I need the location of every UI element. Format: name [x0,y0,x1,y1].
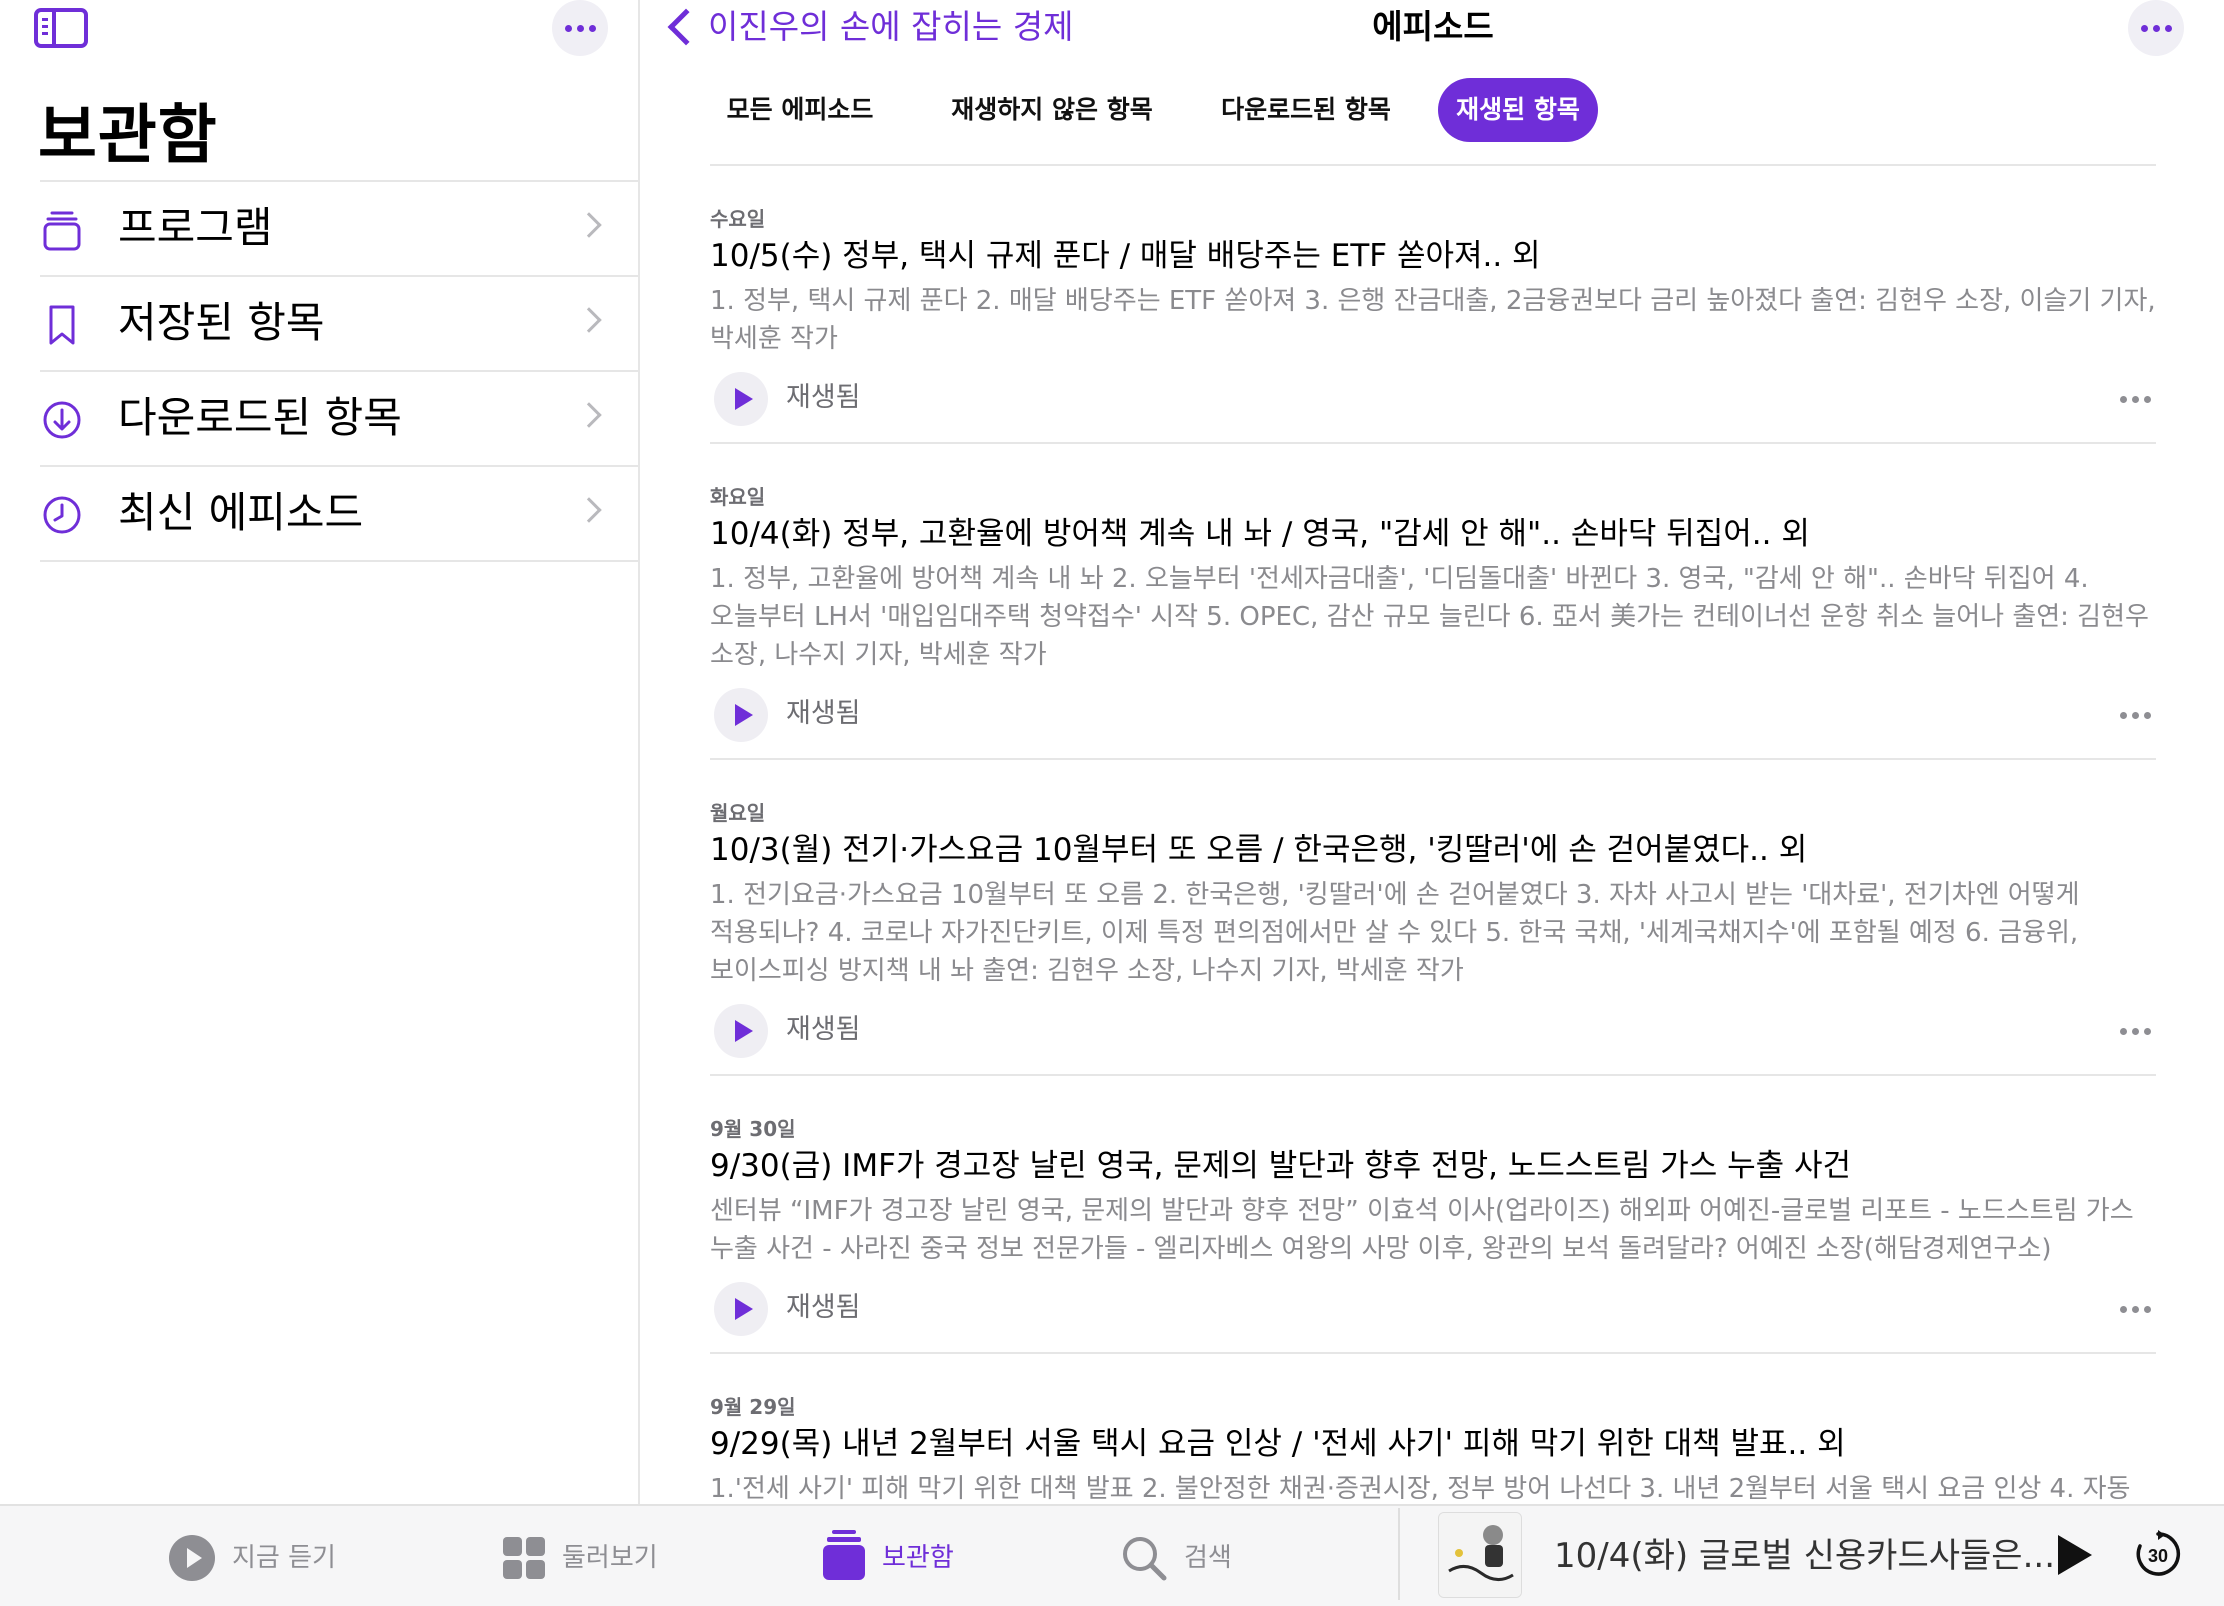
play-button[interactable] [714,1004,768,1058]
sidebar-item-latest[interactable]: 최신 에피소드 [40,467,640,562]
episode-description: 센터뷰 “IMF가 경고장 날린 영국, 문제의 발단과 향후 전망” 이효석 … [710,1196,2134,1264]
episode-actions: 재생됨 [710,1002,2156,1062]
sidebar-title: 보관함 [38,99,218,173]
tabbar-label: 둘러보기 [562,1543,658,1573]
sidebar-item-saved[interactable]: 저장된 항목 [40,277,640,372]
tab-unplayed[interactable]: 재생하지 않은 항목 [932,78,1172,142]
tab-played[interactable]: 재생된 항목 [1438,78,1598,142]
play-circle-icon [169,1535,215,1581]
tabbar-library[interactable]: 보관함 [822,1530,982,1584]
tabbar-search[interactable]: 검색 [1120,1534,1260,1584]
tab-all-episodes[interactable]: 모든 에피소드 [710,78,890,142]
chevron-right-icon [576,307,602,333]
divider [710,1074,2156,1076]
episode-item[interactable]: 수요일 10/5(수) 정부, 택시 규제 푼다 / 매달 배당주는 ETF 쏟… [710,206,2156,430]
episode-date: 수요일 [710,207,766,231]
played-status: 재생됨 [786,1014,861,1045]
episode-description: 1. 전기요금·가스요금 10월부터 또 오름 2. 한국은행, '킹딸러'에 … [710,880,2080,986]
episode-date: 월요일 [710,801,766,825]
sidebar-item-programs[interactable]: 프로그램 [40,182,640,277]
episode-title[interactable]: 9/29(목) 내년 2월부터 서울 택시 요금 인상 / '전세 사기' 피해… [710,1422,2156,1466]
chevron-right-icon [576,402,602,428]
sidebar-toggle-icon[interactable] [34,8,88,48]
divider [710,442,2156,444]
library-stack-icon [823,1530,865,1580]
episode-date: 9월 30일 [710,1117,796,1141]
chevron-right-icon [576,497,602,523]
sidebar-item-label: 최신 에피소드 [118,488,364,537]
tabbar-label: 보관함 [882,1543,954,1573]
play-button[interactable] [714,372,768,426]
podcast-artwork-image [1439,1513,1521,1597]
tabbar-label: 지금 듣기 [232,1543,336,1573]
clock-icon [43,496,81,534]
more-options-button[interactable] [2128,0,2184,56]
back-button[interactable]: 이진우의 손에 잡히는 경제 [708,4,1073,50]
tab-downloaded[interactable]: 다운로드된 항목 [1206,78,1406,142]
play-button[interactable] [714,1282,768,1336]
sidebar-item-downloaded[interactable]: 다운로드된 항목 [40,372,640,467]
sidebar-item-label: 프로그램 [118,203,273,252]
episode-more-icon[interactable] [2120,396,2152,404]
back-chevron-icon[interactable] [667,8,705,46]
play-button[interactable] [714,688,768,742]
sidebar: 보관함 프로그램 저장된 항목 다운로드된 항목 최신 에피소드 [0,0,640,1504]
episode-description: 1. 정부, 고환율에 방어책 계속 내 놔 2. 오늘부터 '전세자금대출',… [710,564,2149,670]
skip-seconds-label: 30 [2148,1546,2168,1566]
page-title: 에피소드 [1372,7,1494,46]
sidebar-more-button[interactable] [552,0,608,56]
episode-more-icon[interactable] [2120,712,2152,720]
episode-item[interactable]: 월요일 10/3(월) 전기·가스요금 10월부터 또 오름 / 한국은행, '… [710,800,2156,1062]
episode-actions: 재생됨 [710,1280,2156,1340]
divider [710,758,2156,760]
mini-player-artwork[interactable] [1438,1512,1522,1598]
episode-title[interactable]: 10/3(월) 전기·가스요금 10월부터 또 오름 / 한국은행, '킹딸러'… [710,828,2156,872]
chevron-right-icon [576,212,602,238]
tabbar-browse[interactable]: 둘러보기 [502,1534,682,1584]
episode-item[interactable]: 화요일 10/4(화) 정부, 고환율에 방어책 계속 내 놔 / 영국, "감… [710,484,2156,746]
sidebar-item-label: 다운로드된 항목 [118,393,402,442]
episode-more-icon[interactable] [2120,1306,2152,1314]
episode-item[interactable]: 9월 30일 9/30(금) IMF가 경고장 날린 영국, 문제의 발단과 향… [710,1116,2156,1340]
episode-item[interactable]: 9월 29일 9/29(목) 내년 2월부터 서울 택시 요금 인상 / '전세… [710,1394,2156,1504]
sidebar-item-label: 저장된 항목 [118,298,325,347]
divider [1398,1508,1400,1600]
tabbar-label: 검색 [1184,1543,1232,1573]
skip-forward-30-icon[interactable]: 30 [2134,1530,2182,1578]
episode-title[interactable]: 10/5(수) 정부, 택시 규제 푼다 / 매달 배당주는 ETF 쏟아져..… [710,234,2156,278]
grid-icon [503,1537,545,1579]
episode-date: 화요일 [710,485,766,509]
search-icon [1123,1537,1167,1581]
episode-actions: 재생됨 [710,370,2156,430]
mini-player-title[interactable]: 10/4(화) 글로벌 신용카드사들은... [1554,1534,2055,1578]
episode-title[interactable]: 10/4(화) 정부, 고환율에 방어책 계속 내 놔 / 영국, "감세 안 … [710,512,2156,556]
played-status: 재생됨 [786,698,861,729]
episode-more-icon[interactable] [2120,1028,2152,1036]
episode-date: 9월 29일 [710,1395,796,1419]
mini-player-play-button[interactable] [2058,1535,2092,1575]
divider [710,164,2156,166]
stack-icon [43,211,81,251]
download-circle-icon [43,401,81,439]
sidebar-list: 프로그램 저장된 항목 다운로드된 항목 최신 에피소드 [40,180,640,562]
episode-actions: 재생됨 [710,686,2156,746]
divider [710,1352,2156,1354]
episode-title[interactable]: 9/30(금) IMF가 경고장 날린 영국, 문제의 발단과 향후 전망, 노… [710,1144,2156,1188]
episode-description: 1. 정부, 택시 규제 푼다 2. 매달 배당주는 ETF 쏟아져 3. 은행… [710,286,2156,354]
bookmark-icon [49,305,75,345]
played-status: 재생됨 [786,1292,861,1323]
episode-description: 1.'전세 사기' 피해 막기 위한 대책 발표 2. 불안정한 채권·증권시장… [710,1474,2131,1504]
tabbar-listen-now[interactable]: 지금 듣기 [168,1534,348,1584]
played-status: 재생됨 [786,382,861,413]
